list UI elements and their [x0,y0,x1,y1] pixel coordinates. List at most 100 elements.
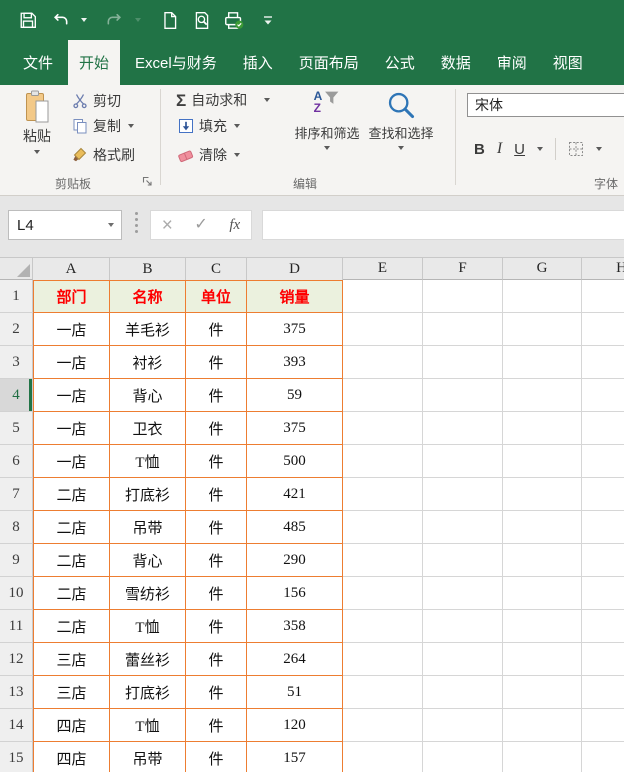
tab-数据[interactable]: 数据 [430,40,482,85]
cell-C6[interactable]: 件 [186,445,247,478]
paste-dropdown-chevron[interactable] [34,150,40,154]
cell-D15[interactable]: 157 [247,742,343,772]
cell-C12[interactable]: 件 [186,643,247,676]
cell-E4[interactable] [343,379,423,412]
cell-A12[interactable]: 三店 [33,643,110,676]
tab-Excel与财务[interactable]: Excel与财务 [124,40,228,85]
cell-G13[interactable] [503,676,582,709]
tab-文件[interactable]: 文件 [12,40,64,85]
cell-B3[interactable]: 衬衫 [110,346,186,379]
cell-F5[interactable] [423,412,503,445]
cell-B4[interactable]: 背心 [110,379,186,412]
cell-H6[interactable] [582,445,624,478]
column-header-H[interactable]: H [582,258,624,280]
tab-视图[interactable]: 视图 [542,40,594,85]
column-header-E[interactable]: E [343,258,423,280]
cell-A13[interactable]: 三店 [33,676,110,709]
find-select-button[interactable]: 查找和选择 [365,90,437,150]
cell-D8[interactable]: 485 [247,511,343,544]
row-header-5[interactable]: 5 [0,412,33,445]
cell-G1[interactable] [503,280,582,313]
cell-H11[interactable] [582,610,624,643]
cell-G15[interactable] [503,742,582,772]
column-header-A[interactable]: A [33,258,110,280]
format-painter-button[interactable]: 格式刷 [72,145,135,165]
cell-F10[interactable] [423,577,503,610]
cell-G12[interactable] [503,643,582,676]
cell-H14[interactable] [582,709,624,742]
cell-B5[interactable]: 卫衣 [110,412,186,445]
cell-A9[interactable]: 二店 [33,544,110,577]
cell-H2[interactable] [582,313,624,346]
column-header-G[interactable]: G [503,258,582,280]
cell-F3[interactable] [423,346,503,379]
formula-bar-grip[interactable] [135,212,138,233]
cell-B6[interactable]: T恤 [110,445,186,478]
cell-G6[interactable] [503,445,582,478]
cell-G11[interactable] [503,610,582,643]
cell-D14[interactable]: 120 [247,709,343,742]
row-header-10[interactable]: 10 [0,577,33,610]
select-all-corner[interactable] [0,258,33,280]
cell-A2[interactable]: 一店 [33,313,110,346]
cell-B8[interactable]: 吊带 [110,511,186,544]
cell-C8[interactable]: 件 [186,511,247,544]
cell-G3[interactable] [503,346,582,379]
cell-A6[interactable]: 一店 [33,445,110,478]
cell-C10[interactable]: 件 [186,577,247,610]
cell-F9[interactable] [423,544,503,577]
tab-插入[interactable]: 插入 [232,40,284,85]
cell-F7[interactable] [423,478,503,511]
tab-公式[interactable]: 公式 [374,40,426,85]
row-header-13[interactable]: 13 [0,676,33,709]
tab-开始[interactable]: 开始 [68,40,120,85]
row-header-15[interactable]: 15 [0,742,33,772]
cell-D5[interactable]: 375 [247,412,343,445]
cell-C11[interactable]: 件 [186,610,247,643]
cell-F1[interactable] [423,280,503,313]
cell-G2[interactable] [503,313,582,346]
cell-C7[interactable]: 件 [186,478,247,511]
tab-审阅[interactable]: 审阅 [486,40,538,85]
cell-E3[interactable] [343,346,423,379]
cell-D7[interactable]: 421 [247,478,343,511]
copy-button[interactable]: 复制 [72,116,134,136]
cell-D4[interactable]: 59 [247,379,343,412]
cell-H5[interactable] [582,412,624,445]
row-header-9[interactable]: 9 [0,544,33,577]
cell-E10[interactable] [343,577,423,610]
cell-A15[interactable]: 四店 [33,742,110,772]
cell-A3[interactable]: 一店 [33,346,110,379]
cell-G7[interactable] [503,478,582,511]
cell-F12[interactable] [423,643,503,676]
cell-E2[interactable] [343,313,423,346]
name-box-dropdown-chevron[interactable] [108,223,114,227]
bold-button[interactable]: B [474,141,485,158]
cell-C15[interactable]: 件 [186,742,247,772]
sort-filter-button[interactable]: AZ 排序和筛选 [291,90,363,150]
cell-F13[interactable] [423,676,503,709]
cell-E6[interactable] [343,445,423,478]
paste-button[interactable]: 粘贴 [12,90,62,154]
cell-B11[interactable]: T恤 [110,610,186,643]
column-header-F[interactable]: F [423,258,503,280]
cell-F15[interactable] [423,742,503,772]
cell-D12[interactable]: 264 [247,643,343,676]
row-header-11[interactable]: 11 [0,610,33,643]
cell-A4[interactable]: 一店 [33,379,110,412]
cell-B1[interactable]: 名称 [110,280,186,313]
cell-A5[interactable]: 一店 [33,412,110,445]
autosum-dropdown-chevron[interactable] [264,98,270,102]
cell-H3[interactable] [582,346,624,379]
underline-dropdown-chevron[interactable] [537,147,543,151]
clear-dropdown-chevron[interactable] [234,153,240,157]
cell-D9[interactable]: 290 [247,544,343,577]
cell-E9[interactable] [343,544,423,577]
cell-G8[interactable] [503,511,582,544]
cell-B10[interactable]: 雪纺衫 [110,577,186,610]
undo-button[interactable] [48,6,72,34]
cell-D11[interactable]: 358 [247,610,343,643]
fill-dropdown-chevron[interactable] [234,124,240,128]
cell-B9[interactable]: 背心 [110,544,186,577]
row-header-2[interactable]: 2 [0,313,33,346]
